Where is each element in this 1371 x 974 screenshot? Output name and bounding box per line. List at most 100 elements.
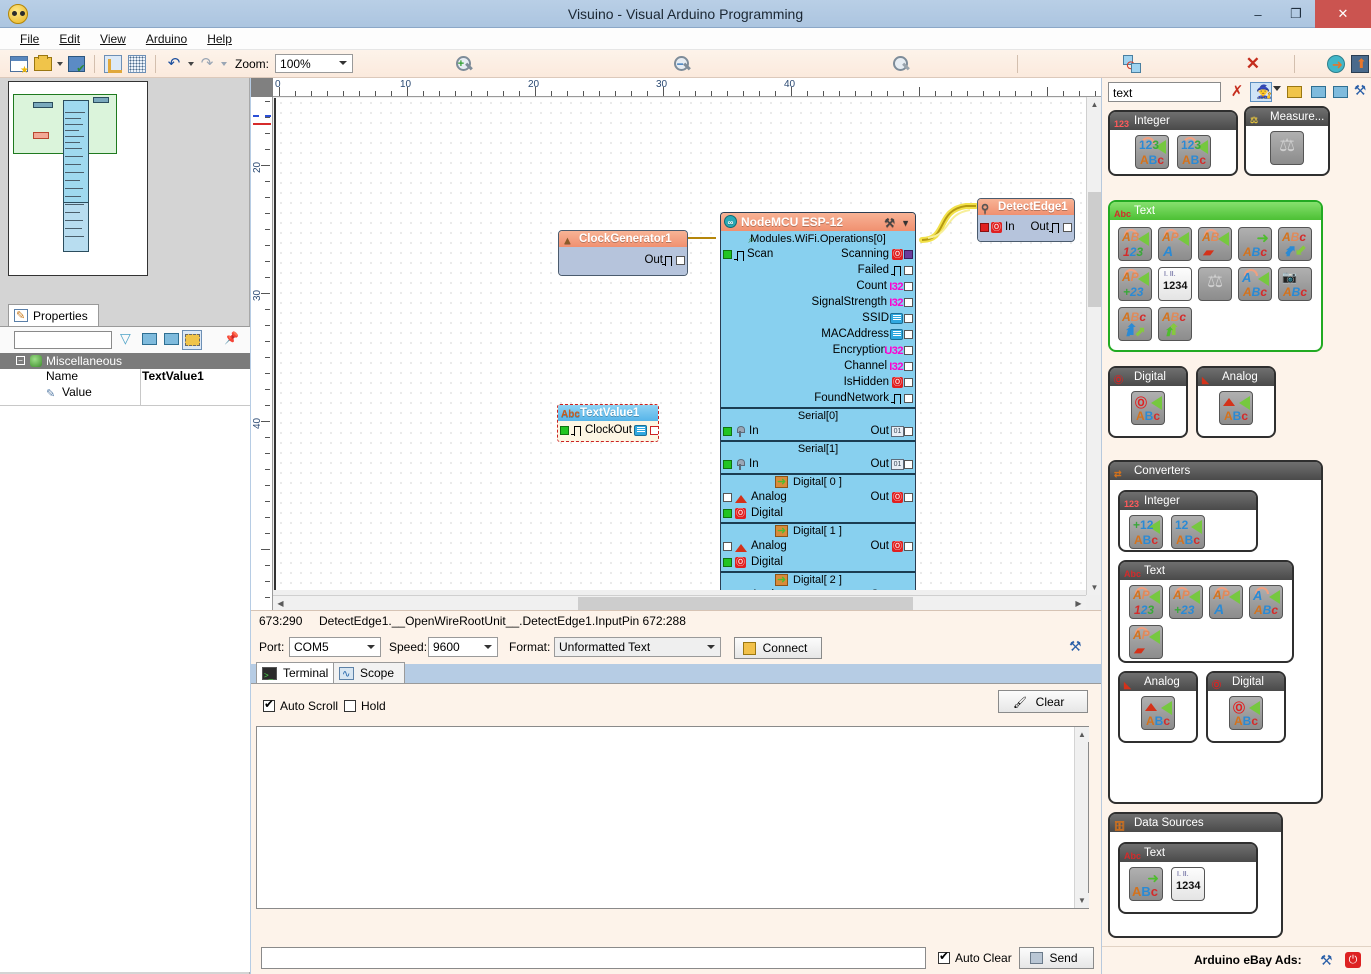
pin-row[interactable]: MACAddress: [721, 327, 915, 343]
tab-scope[interactable]: Scope: [333, 662, 405, 684]
group-converters[interactable]: ⇄ Converters 123 Integer +12 ABc 12 ABc: [1108, 460, 1323, 804]
output-pin[interactable]: [904, 282, 913, 291]
subgroup-converters-text[interactable]: Abc Text AP123AP+23APAAABcAP▰: [1118, 560, 1294, 663]
pin-icon[interactable]: [222, 330, 242, 350]
diagram-canvas[interactable]: ▲ ClockGenerator1 Out Abc TextValue1: [274, 98, 1086, 590]
component-text-char[interactable]: APA: [1209, 585, 1243, 619]
zoom-combo[interactable]: 100%: [275, 54, 353, 73]
minimap-overview[interactable]: [8, 81, 148, 276]
new-folder-icon[interactable]: [1284, 82, 1306, 102]
component-text-source[interactable]: ➜ ABc: [1129, 867, 1163, 901]
redo-dropdown-icon[interactable]: [221, 62, 227, 66]
component-search-input[interactable]: text: [1108, 82, 1221, 102]
group-analog[interactable]: ◣ Analog ABc: [1196, 366, 1276, 438]
terminal-scrollbar[interactable]: ▲ ▼: [1074, 727, 1088, 908]
subgroup-data-sources-text[interactable]: Abc Text ➜ ABc I. II. 1234: [1118, 842, 1258, 914]
group-header[interactable]: Ⓞ Digital: [1208, 673, 1284, 691]
output-pin[interactable]: [904, 314, 913, 323]
output-pin[interactable]: [904, 298, 913, 307]
group-header[interactable]: Abc Text: [1110, 202, 1321, 220]
pin-row[interactable]: InOut01: [721, 457, 915, 473]
pin-row[interactable]: AnalogOutⓄ: [721, 490, 915, 506]
pin-row[interactable]: Clock Out: [558, 423, 658, 438]
menu-file[interactable]: File: [10, 30, 49, 48]
chevron-down-icon[interactable]: ▼: [901, 214, 910, 232]
group-digital[interactable]: Ⓞ Digital Ⓞ ABc: [1108, 366, 1188, 438]
output-pin[interactable]: [904, 250, 913, 259]
tab-properties[interactable]: Properties: [8, 304, 99, 326]
pin-row[interactable]: Ⓞ In Out: [978, 220, 1074, 235]
options-icon[interactable]: ⚒: [1349, 82, 1371, 102]
output-pin[interactable]: [676, 256, 685, 265]
group-header[interactable]: 🗄 Data Sources: [1110, 814, 1281, 832]
input-pin[interactable]: [723, 558, 732, 567]
component-text-num[interactable]: AP123: [1129, 585, 1163, 619]
serial-options-icon[interactable]: ⚒: [1069, 638, 1089, 656]
component-text-source[interactable]: ➜ABc: [1238, 227, 1272, 261]
collapse-toggle-icon[interactable]: −: [16, 356, 25, 365]
pin-row[interactable]: ChannelI32: [721, 359, 915, 375]
output-pin[interactable]: [904, 427, 913, 436]
format-select[interactable]: Unformatted Text: [554, 637, 721, 657]
pin-row[interactable]: ScanScanningⓄ: [721, 247, 915, 263]
output-pin[interactable]: [904, 460, 913, 469]
group-header[interactable]: 123 Integer: [1110, 112, 1236, 130]
zoom-in-icon[interactable]: +: [454, 54, 474, 74]
scroll-thumb[interactable]: [1088, 192, 1101, 307]
pin-row[interactable]: AnalogOutⓄ: [721, 588, 915, 590]
pin-row[interactable]: FoundNetwork: [721, 391, 915, 407]
group-header[interactable]: ⚖ Measure...: [1246, 108, 1328, 126]
menu-view[interactable]: View: [90, 30, 136, 48]
sync-icon[interactable]: ⟳: [1123, 55, 1141, 73]
delete-icon[interactable]: ✕: [1242, 53, 1264, 75]
group-integer[interactable]: 123 Integer 123 ABc 123 ABc: [1108, 110, 1238, 176]
output-pin[interactable]: [904, 362, 913, 371]
component-text-snapshot[interactable]: 📷ABc: [1278, 267, 1312, 301]
open-file-icon[interactable]: [32, 53, 54, 75]
filter-icon[interactable]: [118, 330, 138, 350]
open-file-dropdown-icon[interactable]: [57, 62, 63, 66]
component-text-add-number[interactable]: AP+23: [1118, 267, 1152, 301]
ruler-icon[interactable]: [102, 53, 124, 75]
input-pin[interactable]: [560, 426, 569, 435]
subgroup-converters-analog[interactable]: ◣ Analog ABc: [1118, 671, 1198, 743]
subgroup-converters-digital[interactable]: Ⓞ Digital Ⓞ ABc: [1206, 671, 1286, 743]
ads-tools-icon[interactable]: ⚒: [1320, 952, 1338, 970]
component-digital-text[interactable]: Ⓞ ABc: [1229, 696, 1263, 730]
scroll-down-arrow[interactable]: ▼: [1075, 893, 1089, 908]
node-nodemcu-esp12[interactable]: ∞ NodeMCU ESP-12 ⚒ ▼ ⌕ Modules.WiFi.Oper…: [720, 212, 916, 590]
expand-all-icon[interactable]: [1308, 82, 1330, 102]
expand-all-icon[interactable]: [140, 330, 160, 350]
component-analog-to-text[interactable]: ABc: [1219, 391, 1253, 425]
pin-row[interactable]: InOut01: [721, 424, 915, 440]
save-icon[interactable]: [65, 53, 87, 75]
tools-icon[interactable]: ⚒: [884, 214, 895, 232]
burn-icon[interactable]: ⬆: [1349, 53, 1371, 75]
scroll-up-arrow[interactable]: ▲: [1075, 727, 1089, 742]
pin-row[interactable]: SSID: [721, 311, 915, 327]
component-text-to-analog[interactable]: AB▰: [1198, 227, 1232, 261]
component-scale[interactable]: ⚖: [1270, 131, 1304, 165]
undo-icon[interactable]: ↶: [163, 53, 185, 75]
group-text[interactable]: Abc Text AB123APAAB▰➜ABc⬈⬋ABc⬆AP+23I. II…: [1108, 200, 1323, 352]
terminal-output[interactable]: ▲ ▼: [256, 726, 1089, 909]
scroll-thumb[interactable]: [578, 597, 913, 610]
pin-row[interactable]: SignalStrengthI32: [721, 295, 915, 311]
pin-row[interactable]: AnalogOutⓄ: [721, 539, 915, 555]
input-pin[interactable]: [723, 250, 732, 259]
component-text-analog[interactable]: AP▰: [1129, 625, 1163, 659]
connect-button[interactable]: Connect: [734, 637, 822, 659]
property-name-value[interactable]: TextValue1: [142, 369, 204, 383]
input-pin[interactable]: [723, 509, 732, 518]
component-text-split[interactable]: ⬆⬈ABc⬆: [1118, 307, 1152, 341]
output-pin[interactable]: [904, 266, 913, 275]
maximize-button[interactable]: ❐: [1277, 0, 1315, 28]
component-text-compare[interactable]: ⚖: [1198, 267, 1232, 301]
property-row-name[interactable]: Name TextValue1: [0, 369, 250, 385]
component-text-plus-num[interactable]: AP+23: [1169, 585, 1203, 619]
clear-button[interactable]: Clear: [998, 690, 1088, 713]
component-int-to-text-add[interactable]: 123 ABc: [1135, 135, 1169, 169]
properties-group-header[interactable]: − Miscellaneous: [0, 353, 250, 369]
node-clock-generator[interactable]: ▲ ClockGenerator1 Out: [558, 230, 688, 276]
component-int-text[interactable]: 12 ABc: [1171, 515, 1205, 549]
